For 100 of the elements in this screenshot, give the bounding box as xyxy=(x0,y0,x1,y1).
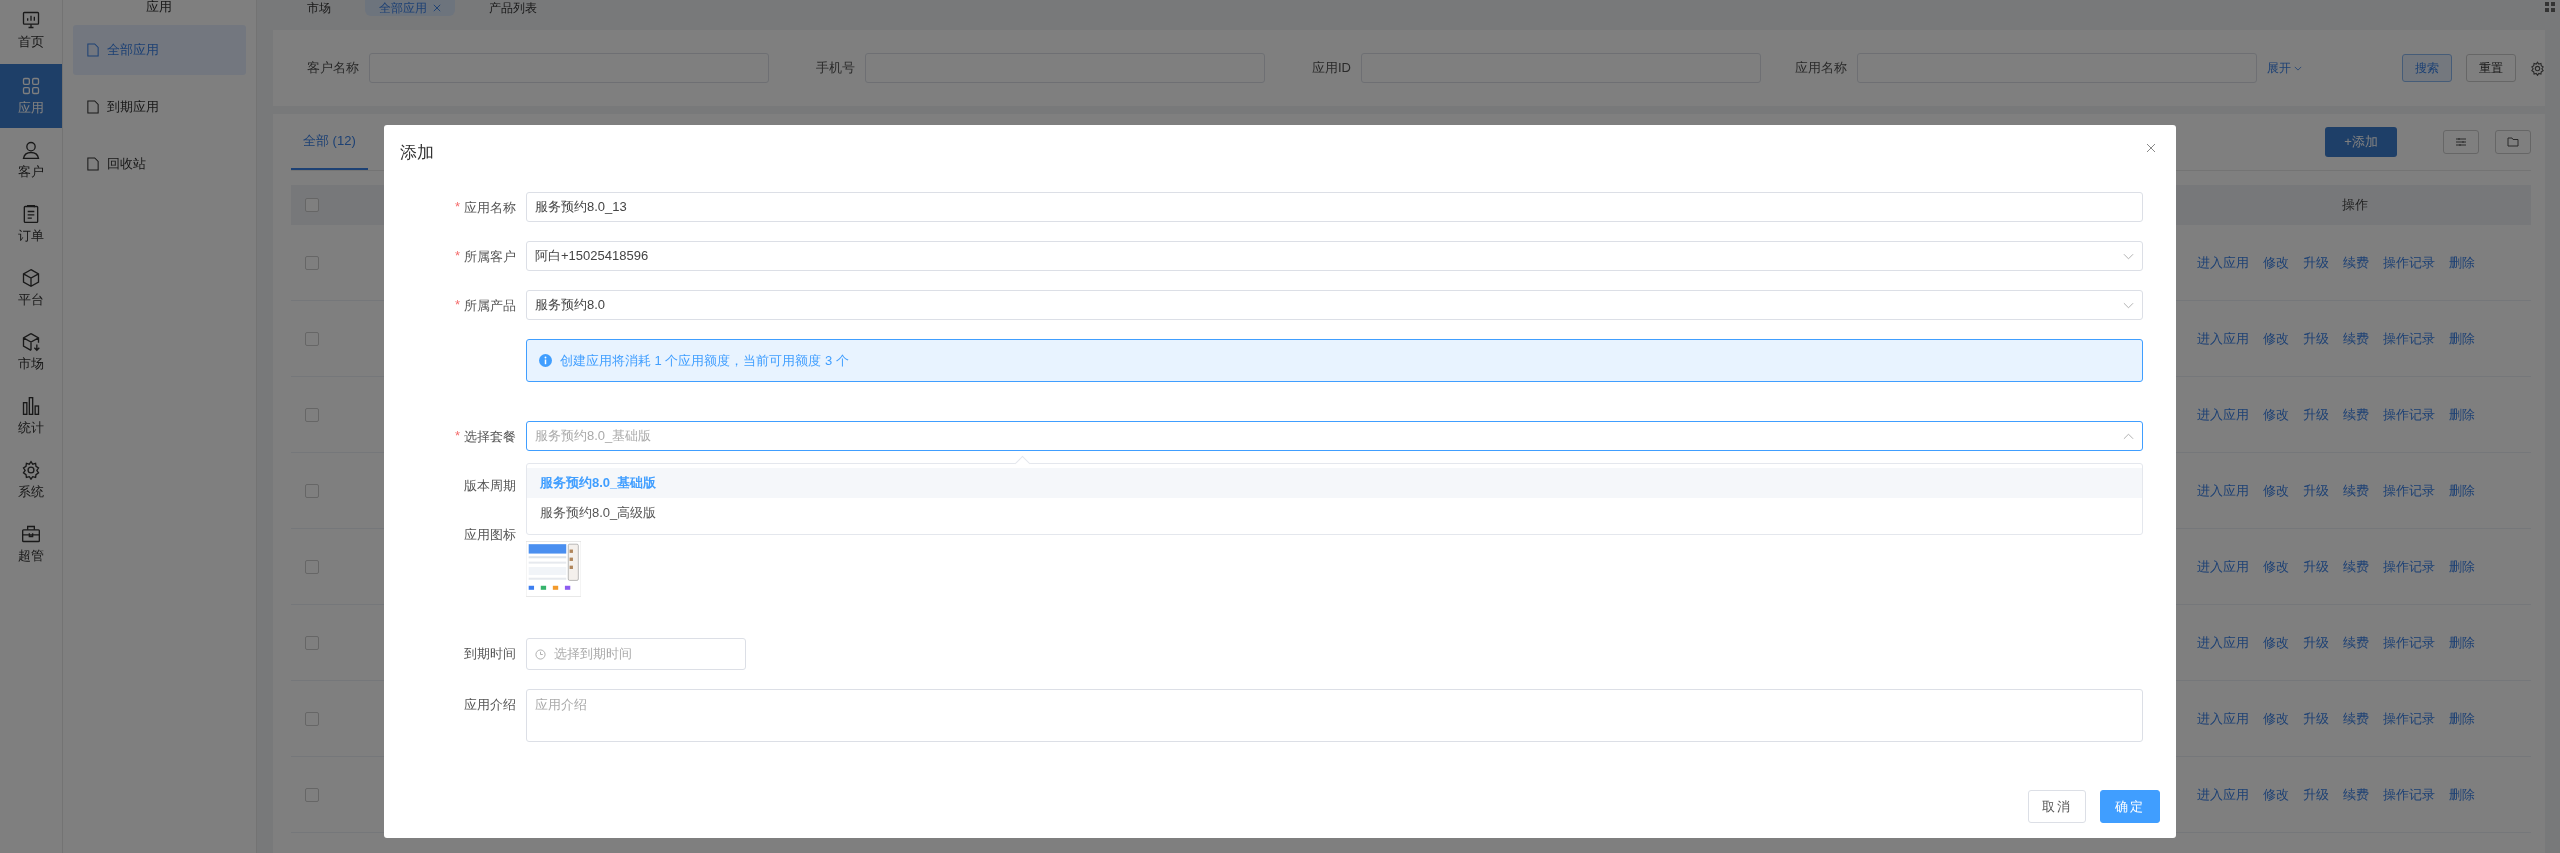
action-link[interactable]: 删除 xyxy=(2449,785,2475,804)
action-link[interactable]: 删除 xyxy=(2449,253,2475,272)
page-tab[interactable]: 产品列表 xyxy=(475,0,551,16)
action-link[interactable]: 删除 xyxy=(2449,405,2475,424)
action-link[interactable]: 操作记录 xyxy=(2383,633,2435,652)
action-link[interactable]: 进入应用 xyxy=(2197,633,2249,652)
info-icon xyxy=(539,354,552,367)
action-link[interactable]: 删除 xyxy=(2449,329,2475,348)
search-button[interactable]: 搜索 xyxy=(2402,54,2452,82)
dropdown-option[interactable]: 服务预约8.0_高级版 xyxy=(527,498,2142,528)
checkbox[interactable] xyxy=(305,255,319,270)
list-tab[interactable]: 全部 (12) xyxy=(291,114,368,170)
date-field[interactable]: 选择到期时间 xyxy=(526,638,746,670)
action-link[interactable]: 修改 xyxy=(2263,709,2289,728)
checkbox[interactable] xyxy=(305,711,319,726)
action-link[interactable]: 修改 xyxy=(2263,557,2289,576)
confirm-button[interactable]: 确定 xyxy=(2100,790,2160,823)
action-link[interactable]: 进入应用 xyxy=(2197,785,2249,804)
checkbox[interactable] xyxy=(305,635,319,650)
checkbox[interactable] xyxy=(305,198,319,212)
action-link[interactable]: 续费 xyxy=(2343,405,2369,424)
select-field[interactable]: 阿白+15025418596 xyxy=(526,241,2143,271)
nav-item[interactable]: 订单 xyxy=(0,192,62,256)
action-link[interactable]: 进入应用 xyxy=(2197,329,2249,348)
action-link[interactable]: 操作记录 xyxy=(2383,405,2435,424)
action-link[interactable]: 修改 xyxy=(2263,633,2289,652)
action-link[interactable]: 修改 xyxy=(2263,253,2289,272)
textarea-field[interactable]: 应用介绍 xyxy=(526,689,2143,742)
action-link[interactable]: 操作记录 xyxy=(2383,481,2435,500)
action-link[interactable]: 升级 xyxy=(2303,253,2329,272)
action-link[interactable]: 续费 xyxy=(2343,329,2369,348)
page-tab[interactable]: 市场 xyxy=(293,0,345,16)
filter-label: 应用名称 xyxy=(1794,59,1847,77)
nav-item[interactable]: 客户 xyxy=(0,128,62,192)
action-link[interactable]: 续费 xyxy=(2343,481,2369,500)
action-link[interactable]: 操作记录 xyxy=(2383,253,2435,272)
grid-icon[interactable] xyxy=(2545,2,2555,12)
action-link[interactable]: 进入应用 xyxy=(2197,405,2249,424)
cancel-button[interactable]: 取消 xyxy=(2028,790,2086,823)
caret-icon xyxy=(2294,65,2302,71)
action-link[interactable]: 删除 xyxy=(2449,481,2475,500)
action-link[interactable]: 升级 xyxy=(2303,557,2329,576)
document-icon xyxy=(86,43,99,57)
close-icon[interactable] xyxy=(433,4,441,12)
action-link[interactable]: 升级 xyxy=(2303,633,2329,652)
action-link[interactable]: 升级 xyxy=(2303,405,2329,424)
submenu-item[interactable]: 到期应用 xyxy=(72,82,246,132)
action-link[interactable]: 进入应用 xyxy=(2197,481,2249,500)
action-link[interactable]: 续费 xyxy=(2343,709,2369,728)
action-link[interactable]: 升级 xyxy=(2303,329,2329,348)
action-link[interactable]: 修改 xyxy=(2263,785,2289,804)
close-icon[interactable] xyxy=(2146,143,2156,153)
nav-item[interactable]: 超管 xyxy=(0,512,62,576)
action-link[interactable]: 升级 xyxy=(2303,785,2329,804)
action-link[interactable]: 删除 xyxy=(2449,633,2475,652)
action-link[interactable]: 操作记录 xyxy=(2383,329,2435,348)
action-link[interactable]: 删除 xyxy=(2449,709,2475,728)
action-link[interactable]: 删除 xyxy=(2449,557,2475,576)
action-link[interactable]: 续费 xyxy=(2343,557,2369,576)
action-link[interactable]: 进入应用 xyxy=(2197,557,2249,576)
action-link[interactable]: 操作记录 xyxy=(2383,709,2435,728)
checkbox[interactable] xyxy=(305,559,319,574)
select-field[interactable]: 服务预约8.0_基础版 xyxy=(526,421,2143,451)
action-link[interactable]: 续费 xyxy=(2343,785,2369,804)
checkbox[interactable] xyxy=(305,787,319,802)
action-link[interactable]: 进入应用 xyxy=(2197,253,2249,272)
action-link[interactable]: 修改 xyxy=(2263,329,2289,348)
nav-item[interactable]: 应用 xyxy=(0,64,62,128)
page-tab[interactable]: 全部应用 xyxy=(365,0,455,16)
dropdown-option[interactable]: 服务预约8.0_基础版 xyxy=(527,468,2142,498)
select-field[interactable]: 服务预约8.0 xyxy=(526,290,2143,320)
column-settings-button[interactable] xyxy=(2443,130,2479,154)
nav-item[interactable]: 系统 xyxy=(0,448,62,512)
action-link[interactable]: 操作记录 xyxy=(2383,557,2435,576)
input-field[interactable]: 服务预约8.0_13 xyxy=(526,192,2143,222)
nav-item[interactable]: 平台 xyxy=(0,256,62,320)
action-link[interactable]: 续费 xyxy=(2343,633,2369,652)
checkbox[interactable] xyxy=(305,483,319,498)
action-link[interactable]: 修改 xyxy=(2263,405,2289,424)
action-link[interactable]: 进入应用 xyxy=(2197,709,2249,728)
add-button[interactable]: +添加 xyxy=(2325,127,2397,157)
expand-link[interactable]: 展开 xyxy=(2267,59,2302,77)
submenu-item[interactable]: 回收站 xyxy=(72,139,246,189)
document-icon xyxy=(86,100,99,114)
reset-button[interactable]: 重置 xyxy=(2466,54,2516,82)
nav-item[interactable]: 统计 xyxy=(0,384,62,448)
action-link[interactable]: 升级 xyxy=(2303,709,2329,728)
submenu-item[interactable]: 全部应用 xyxy=(72,25,246,75)
checkbox[interactable] xyxy=(305,331,319,346)
action-link[interactable]: 续费 xyxy=(2343,253,2369,272)
action-link[interactable]: 修改 xyxy=(2263,481,2289,500)
nav-item[interactable]: 首页 xyxy=(0,0,62,64)
folder-button[interactable] xyxy=(2495,130,2531,154)
action-link[interactable]: 升级 xyxy=(2303,481,2329,500)
monitor-icon xyxy=(20,9,41,30)
checkbox[interactable] xyxy=(305,407,319,422)
action-link[interactable]: 操作记录 xyxy=(2383,785,2435,804)
dialog-title: 添加 xyxy=(400,141,434,164)
nav-item[interactable]: 市场 xyxy=(0,320,62,384)
settings-icon[interactable] xyxy=(2530,60,2545,76)
